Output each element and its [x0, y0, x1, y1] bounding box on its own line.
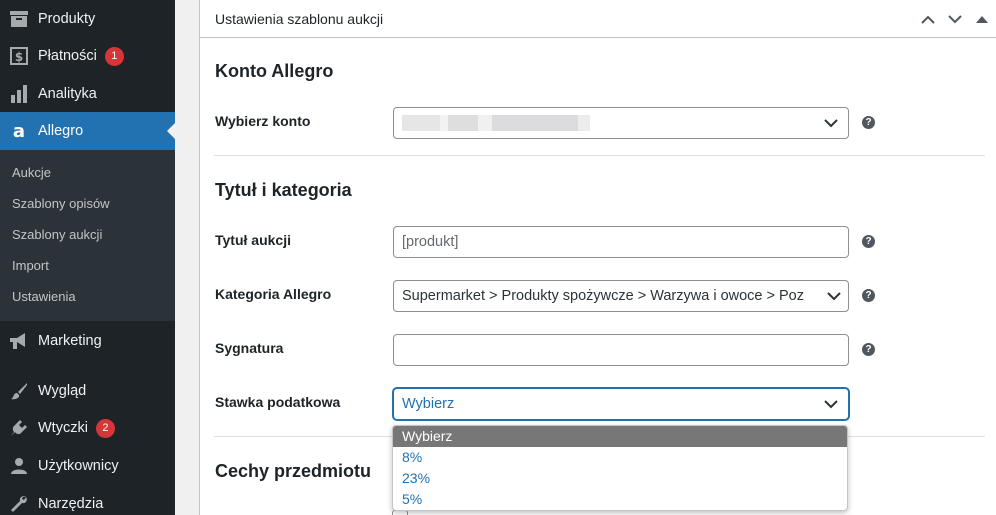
sidebar-item-label: Analityka [38, 86, 97, 102]
tax-rate-dropdown-list: Wybierz 8% 23% 5% [392, 425, 848, 511]
chevron-up-icon [921, 15, 935, 24]
sidebar-item-allegro[interactable]: a Allegro [0, 112, 175, 150]
field-label-auction-title: Tytuł aukcji [215, 232, 291, 248]
sidebar-item-platnosci[interactable]: $ Płatności 1 [0, 37, 175, 75]
signature-input[interactable] [393, 334, 849, 366]
tax-rate-select-value: Wybierz [402, 396, 455, 412]
notification-badge: 2 [95, 418, 115, 438]
field-label-signature: Sygnatura [215, 340, 284, 356]
sidebar-item-label: Marketing [38, 333, 102, 349]
sidebar-item-label: Narzędzia [38, 496, 104, 512]
help-icon[interactable]: ? [862, 116, 875, 129]
auction-title-input[interactable] [393, 226, 849, 258]
sidebar-item-produkty[interactable]: Produkty [0, 0, 175, 38]
chevron-down-icon [948, 14, 962, 23]
tax-option-23[interactable]: 23% [393, 468, 847, 489]
submenu-item-aukcje[interactable]: Aukcje [12, 165, 51, 180]
allegro-icon: a [9, 121, 29, 141]
section-divider [214, 155, 985, 156]
megaphone-icon [9, 331, 29, 351]
category-select-value: Supermarket > Produkty spożywcze > Warzy… [402, 288, 804, 304]
section-title-title-category: Tytuł i kategoria [215, 180, 352, 200]
panel-title: Ustawienia szablonu aukcji [215, 11, 384, 27]
notification-badge: 1 [104, 46, 124, 66]
move-down-button[interactable] [945, 9, 965, 29]
tax-option-5[interactable]: 5% [393, 489, 847, 510]
tax-option-8[interactable]: 8% [393, 447, 847, 468]
section-title-account: Konto Allegro [215, 61, 334, 81]
tax-rate-select[interactable]: Wybierz [393, 388, 849, 420]
sidebar-item-label: Produkty [38, 11, 96, 27]
account-select[interactable] [393, 107, 849, 139]
sidebar-item-narzedzia[interactable]: Narzędzia [0, 485, 175, 515]
archive-icon [9, 9, 29, 29]
tax-option-wybierz[interactable]: Wybierz [393, 426, 847, 447]
sidebar-item-wyglad[interactable]: Wygląd [0, 372, 175, 410]
chevron-down-icon [820, 281, 848, 311]
help-icon[interactable]: ? [862, 289, 875, 302]
help-icon[interactable]: ? [862, 235, 875, 248]
panel-header: Ustawienia szablonu aukcji [200, 0, 996, 38]
svg-text:$: $ [15, 50, 23, 64]
sidebar-item-label: Użytkownicy [38, 458, 119, 474]
move-up-button[interactable] [918, 9, 938, 29]
caret-up-icon [976, 16, 988, 23]
paintbrush-icon [9, 381, 29, 401]
chevron-down-icon [814, 108, 848, 138]
category-select[interactable]: Supermarket > Produkty spożywcze > Warzy… [393, 280, 849, 312]
plugin-icon [9, 418, 29, 438]
chevron-down-icon [814, 389, 848, 419]
svg-text:a: a [13, 122, 25, 140]
dollar-icon: $ [9, 46, 29, 66]
toggle-panel-button[interactable] [972, 9, 992, 29]
sidebar-item-label: Wygląd [38, 383, 87, 399]
sidebar-item-label: Płatności [38, 48, 97, 64]
field-label-category: Kategoria Allegro [215, 286, 332, 302]
user-icon [9, 456, 29, 476]
allegro-submenu: Aukcje Szablony opisów Szablony aukcji I… [0, 150, 175, 321]
submenu-item-ustawienia[interactable]: Ustawienia [12, 289, 76, 304]
submenu-item-szablony-opisow[interactable]: Szablony opisów [12, 196, 110, 211]
submenu-item-szablony-aukcji[interactable]: Szablony aukcji [12, 227, 102, 242]
wrench-icon [9, 494, 29, 514]
submenu-item-import[interactable]: Import [12, 258, 49, 273]
section-title-features: Cechy przedmiotu [215, 461, 372, 481]
sidebar-item-label: Wtyczki [38, 420, 88, 436]
sidebar-item-uzytkownicy[interactable]: Użytkownicy [0, 447, 175, 485]
help-icon[interactable]: ? [862, 343, 875, 356]
account-redacted-value [402, 115, 814, 131]
sidebar-item-analityka[interactable]: Analityka [0, 75, 175, 113]
sidebar-item-wtyczki[interactable]: Wtyczki 2 [0, 409, 175, 447]
admin-sidebar: Produkty $ Płatności 1 Analityka a Alleg… [0, 0, 175, 515]
sidebar-item-marketing[interactable]: Marketing [0, 322, 175, 360]
bar-chart-icon [9, 84, 29, 104]
field-label-tax-rate: Stawka podatkowa [215, 394, 341, 410]
sidebar-item-label: Allegro [38, 123, 84, 139]
field-label-account: Wybierz konto [215, 113, 311, 129]
